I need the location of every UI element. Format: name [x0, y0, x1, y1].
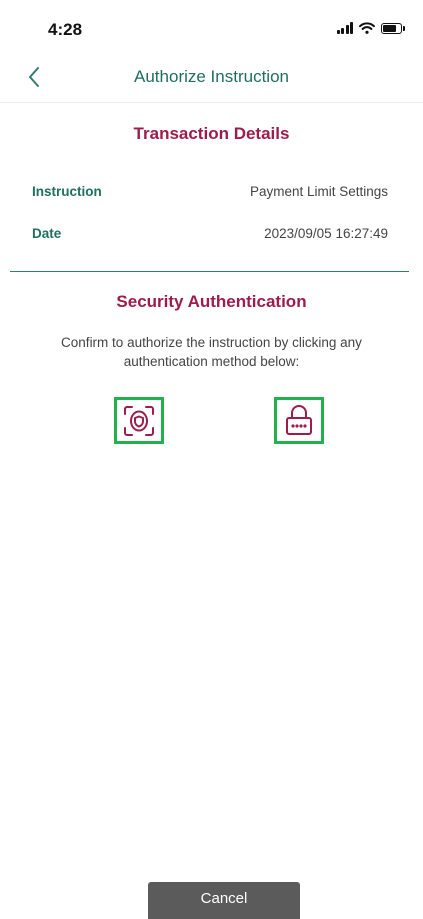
detail-value: 2023/09/05 16:27:49	[264, 226, 388, 241]
wifi-icon	[359, 22, 375, 34]
battery-level-fill	[383, 24, 396, 32]
battery-icon	[381, 22, 405, 34]
status-bar: 4:28	[0, 0, 423, 56]
detail-value: Payment Limit Settings	[249, 184, 388, 199]
status-time: 4:28	[48, 20, 83, 39]
detail-row-instruction: Instruction Payment Limit Settings	[32, 184, 388, 199]
security-authentication-heading: Security Authentication	[116, 292, 307, 311]
page-title: Authorize Instruction	[134, 67, 289, 86]
section-divider	[10, 271, 409, 272]
transaction-details-heading: Transaction Details	[133, 124, 290, 143]
pin-lock-icon	[286, 404, 312, 435]
detail-label: Date	[32, 226, 62, 241]
status-icons	[336, 22, 405, 34]
face-id-icon	[124, 405, 154, 436]
pin-auth-button[interactable]	[274, 397, 324, 444]
face-id-auth-button[interactable]	[114, 397, 164, 444]
auth-instructions: Confirm to authorize the instruction by …	[61, 335, 362, 369]
detail-label: Instruction	[32, 184, 102, 199]
cancel-button[interactable]: Cancel	[148, 882, 300, 919]
nav-bar: Authorize Instruction	[0, 56, 423, 103]
cellular-signal-icon	[336, 22, 353, 34]
detail-row-date: Date 2023/09/05 16:27:49	[32, 226, 388, 241]
